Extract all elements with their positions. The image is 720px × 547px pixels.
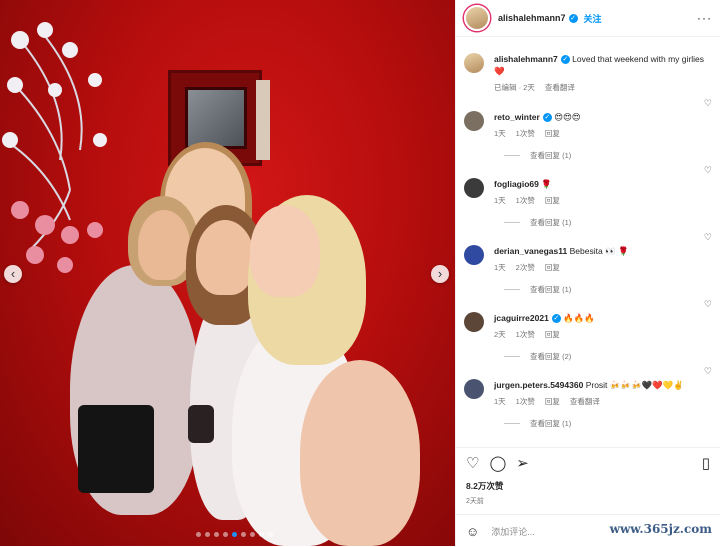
comment-like-heart-icon[interactable]: ♡ [704,366,712,377]
view-replies-button[interactable]: 查看回复 (1) [504,418,720,429]
post-photo[interactable]: ‹ › [0,0,455,546]
post-panel: alishalehmann7 ✓ 关注 ··· alishalehmann7 ✓ … [455,0,720,546]
watermark: www.365jz.com [609,522,712,536]
comment-like-heart-icon[interactable]: ♡ [704,232,712,243]
carousel-dots [196,532,273,537]
comment-text: 🌹 [541,179,552,189]
person-middle-face [196,220,254,295]
view-replies-label[interactable]: 查看回复 (1) [530,418,571,429]
view-replies-label[interactable]: 查看回复 (1) [530,284,571,295]
caption-translate-link[interactable]: 查看翻译 [545,82,575,94]
commenter-username[interactable]: jurgen.peters.5494360 [494,380,583,390]
comment-meta-0: 1天 [494,397,506,406]
person-left-face [138,210,190,280]
commenter-avatar[interactable] [464,178,484,198]
comment-meta-2[interactable]: 回复 [545,329,560,341]
commenter-avatar[interactable] [464,312,484,332]
view-replies-label[interactable]: 查看回复 (1) [530,150,571,161]
comment-meta-0: 1天 [494,196,506,205]
comment-meta-3[interactable]: 查看翻译 [570,396,600,408]
comment-like-heart-icon[interactable]: ♡ [704,98,712,109]
emoji-icon[interactable]: ☺ [466,524,479,539]
comment-meta-1: 2次赞 [515,263,535,272]
comment-meta-1: 1次赞 [515,129,535,138]
commenter-avatar[interactable] [464,245,484,265]
comment-text: 🔥🔥🔥 [563,313,595,323]
comment-meta-1: 1次赞 [515,196,535,205]
view-replies-label[interactable]: 查看回复 (2) [530,351,571,362]
commenter-username[interactable]: reto_winter [494,112,540,122]
post-time: 2天前 [466,498,484,505]
view-replies-label[interactable]: 查看回复 (1) [530,217,571,228]
add-comment-input[interactable]: 添加评论... [491,525,535,538]
chandelier [2,22,107,273]
like-heart-icon[interactable]: ♡ [466,456,479,472]
comment-meta-1: 1次赞 [515,397,535,406]
comment-meta-0: 1天 [494,263,506,272]
commenter-username[interactable]: derian_vanegas11 [494,246,567,256]
comment-item: jcaguirre2021 ✓ 🔥🔥🔥 2天 1次赞 回复 ♡ [456,295,720,341]
verified-badge-icon: ✓ [542,113,552,123]
comment-text: Bebesita 👀 🌹 [569,246,629,256]
comment-meta-2[interactable]: 回复 [545,195,560,207]
caption-edited-time: 已编辑 · 2天 [494,83,535,92]
action-bar: ♡ ◯ ➢ ▯ 8.2万次赞 2天前 [456,447,720,506]
verified-badge-icon: ✓ [568,13,578,23]
view-replies-button[interactable]: 查看回复 (1) [504,284,720,295]
author-avatar[interactable] [464,5,490,31]
save-bookmark-icon[interactable]: ▯ [702,456,710,472]
follow-button[interactable]: 关注 [584,12,602,25]
comment-meta-2[interactable]: 回复 [545,262,560,274]
author-username[interactable]: alishalehmann7 [498,13,566,23]
caption-username[interactable]: alishalehmann7 [494,54,558,64]
black-handbag [78,405,154,493]
comment-like-heart-icon[interactable]: ♡ [704,165,712,176]
commenter-avatar[interactable] [464,111,484,131]
comment-item: jurgen.peters.5494360 Prosit 🍻🍻🍻🖤❤️💛✌️ 1天… [456,362,720,408]
commenter-avatar[interactable] [464,379,484,399]
background-frame [256,80,270,160]
next-photo-button[interactable]: › [431,265,449,283]
verified-badge-icon: ✓ [560,55,570,65]
comment-item: fogliagio69 🌹 1天 1次赞 回复 ♡ [456,161,720,207]
like-count[interactable]: 8.2万次赞 [466,480,710,492]
view-replies-button[interactable]: 查看回复 (1) [504,150,720,161]
comment-meta-0: 1天 [494,129,506,138]
comment-meta-0: 2天 [494,330,506,339]
comment-bubble-icon[interactable]: ◯ [489,456,506,472]
comment-meta-2[interactable]: 回复 [545,128,560,140]
person-right-arm [300,360,420,546]
post-header: alishalehmann7 ✓ 关注 ··· [456,0,720,37]
verified-badge-icon: ✓ [551,314,561,324]
commenter-username[interactable]: jcaguirre2021 [494,313,549,323]
caption-avatar[interactable] [464,53,484,73]
comment-text: Prosit 🍻🍻🍻🖤❤️💛✌️ [585,380,684,390]
commenter-username[interactable]: fogliagio69 [494,179,539,189]
prev-photo-button[interactable]: ‹ [4,265,22,283]
comment-item: reto_winter ✓ 😍😍😍 1天 1次赞 回复 ♡ [456,94,720,140]
comment-meta-1: 1次赞 [515,330,535,339]
view-replies-button[interactable]: 查看回复 (1) [504,217,720,228]
comment-text: 😍😍😍 [554,112,581,122]
clutch-bag [188,405,214,443]
comments-list[interactable]: alishalehmann7 ✓ Loved that weekend with … [456,37,720,437]
comment-meta-2[interactable]: 回复 [545,396,560,408]
view-replies-button[interactable]: 查看回复 (2) [504,351,720,362]
more-options-icon[interactable]: ··· [697,11,712,25]
caption: alishalehmann7 ✓ Loved that weekend with … [456,37,720,94]
share-send-icon[interactable]: ➢ [516,456,529,472]
comment-item: derian_vanegas11 Bebesita 👀 🌹 1天 2次赞 回复 ♡ [456,228,720,274]
person-right-face [250,205,320,297]
comment-like-heart-icon[interactable]: ♡ [704,299,712,310]
